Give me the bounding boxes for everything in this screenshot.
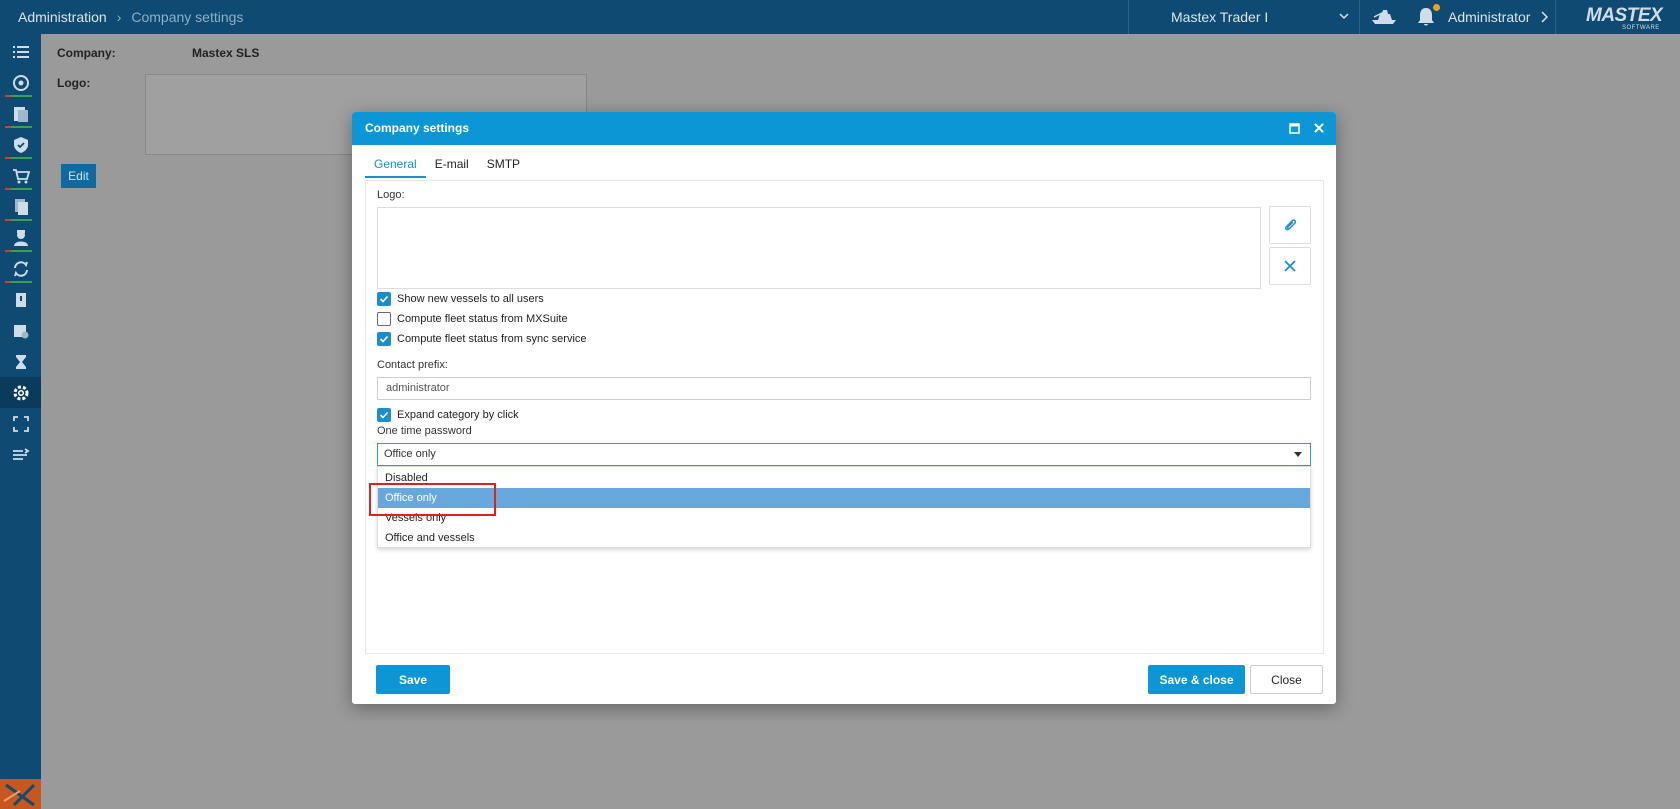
gear-icon[interactable]: [0, 377, 41, 408]
otp-select[interactable]: Office only: [377, 443, 1311, 466]
documents-icon[interactable]: [0, 98, 41, 129]
shield-icon[interactable]: [0, 129, 41, 160]
tab-email[interactable]: E-mail: [426, 152, 478, 178]
company-settings-dialog: Company settings General E-mail SMTP Log…: [352, 112, 1336, 704]
breadcrumb: Administration › Company settings: [18, 0, 243, 34]
compute-fleet-mxsuite-checkbox[interactable]: Compute fleet status from MXSuite: [377, 311, 568, 327]
show-new-vessels-label: Show new vessels to all users: [397, 293, 544, 305]
files-icon[interactable]: [0, 191, 41, 222]
brand-logo: MASTEX SOFTWARE: [1555, 0, 1680, 34]
compute-fleet-sync-checkbox[interactable]: Compute fleet status from sync service: [377, 331, 587, 347]
otp-option-office-and-vessels[interactable]: Office and vessels: [378, 528, 1310, 548]
vessel-selector[interactable]: Mastex Trader I: [1128, 0, 1360, 34]
brand-name: MASTEX: [1586, 5, 1663, 26]
otp-option-office-only[interactable]: Office only: [378, 488, 1310, 508]
list-icon[interactable]: [0, 36, 41, 67]
close-icon[interactable]: [1313, 122, 1325, 134]
contact-prefix-label: Contact prefix:: [377, 359, 448, 371]
remove-logo-button[interactable]: [1269, 247, 1311, 285]
otp-option-disabled[interactable]: Disabled: [378, 468, 1310, 488]
edit-button[interactable]: Edit: [61, 164, 96, 188]
compute-fleet-sync-label: Compute fleet status from sync service: [397, 333, 587, 345]
expand-category-label: Expand category by click: [397, 409, 519, 421]
app-logo-icon: [0, 779, 41, 809]
bookmark-icon[interactable]: [0, 284, 41, 315]
otp-option-vessels-only[interactable]: Vessels only: [378, 508, 1310, 528]
sync-icon[interactable]: [0, 253, 41, 284]
tab-general[interactable]: General: [365, 152, 426, 178]
close-button[interactable]: Close: [1250, 665, 1323, 694]
company-value: Mastex SLS: [192, 46, 260, 60]
notification-dot: [1433, 4, 1440, 11]
checkbox-checked-icon[interactable]: [377, 332, 391, 346]
chevron-down-icon: [1339, 13, 1349, 20]
expand-category-checkbox[interactable]: Expand category by click: [377, 407, 519, 423]
dashboard-icon[interactable]: [0, 67, 41, 98]
show-new-vessels-checkbox[interactable]: Show new vessels to all users: [377, 291, 544, 307]
maximize-icon[interactable]: [1289, 123, 1300, 134]
hourglass-icon[interactable]: [0, 346, 41, 377]
attach-logo-button[interactable]: [1269, 206, 1311, 244]
logo-field-label: Logo:: [377, 189, 405, 201]
vessel-selected-label: Mastex Trader I: [1171, 9, 1269, 25]
general-panel: Logo: Show new vessels to all users Comp…: [365, 180, 1324, 654]
breadcrumb-separator-icon: ›: [116, 9, 122, 25]
otp-label: One time password: [377, 425, 472, 437]
fullscreen-icon[interactable]: [0, 408, 41, 439]
dialog-title: Company settings: [365, 121, 470, 135]
dialog-tabs: General E-mail SMTP: [365, 152, 529, 178]
top-bar: Administration › Company settings Mastex…: [0, 0, 1680, 34]
compute-fleet-mxsuite-label: Compute fleet status from MXSuite: [397, 313, 568, 325]
checkbox-checked-icon[interactable]: [377, 408, 391, 422]
reports-icon[interactable]: [0, 315, 41, 346]
breadcrumb-company-settings: Company settings: [131, 9, 244, 25]
save-close-button[interactable]: Save & close: [1148, 665, 1245, 694]
close-icon: [1284, 260, 1296, 272]
user-name: Administrator: [1448, 9, 1531, 25]
ship-icon[interactable]: [1370, 8, 1400, 26]
logo-upload-area[interactable]: [377, 207, 1261, 289]
checkbox-unchecked-icon[interactable]: [377, 312, 391, 326]
logo-label: Logo:: [57, 76, 91, 90]
tab-smtp[interactable]: SMTP: [478, 152, 529, 178]
chevron-right-icon: [1541, 11, 1549, 23]
caret-down-icon: [1294, 452, 1302, 457]
cart-icon[interactable]: [0, 160, 41, 191]
crew-icon[interactable]: [0, 222, 41, 253]
collapse-icon[interactable]: [0, 439, 41, 470]
sidebar: [0, 34, 41, 809]
save-button[interactable]: Save: [376, 665, 450, 694]
breadcrumb-administration[interactable]: Administration: [18, 9, 107, 25]
checkbox-checked-icon[interactable]: [377, 292, 391, 306]
otp-selected-value: Office only: [384, 448, 436, 460]
brand-sub: SOFTWARE: [1622, 25, 1660, 31]
user-menu[interactable]: Administrator: [1448, 0, 1549, 34]
paperclip-icon: [1285, 219, 1297, 231]
company-label: Company:: [57, 46, 116, 60]
dialog-header: Company settings: [352, 112, 1336, 145]
otp-dropdown: Disabled Office only Vessels only Office…: [377, 466, 1311, 548]
contact-prefix-input[interactable]: administrator: [377, 377, 1311, 400]
